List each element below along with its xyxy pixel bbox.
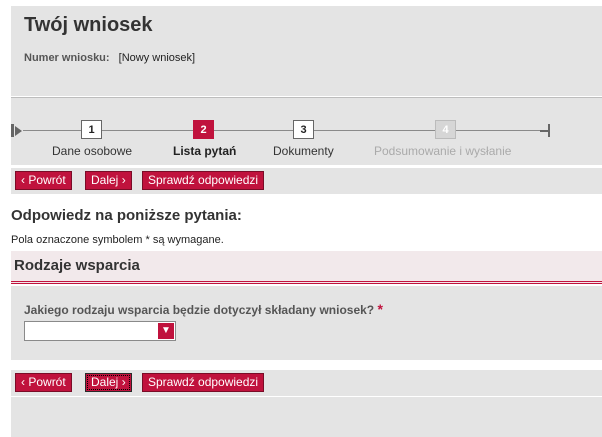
required-fields-note: Pola oznaczone symbolem * są wymagane. [11, 234, 224, 246]
chevron-right-icon: › [121, 375, 126, 389]
footer-area [11, 397, 602, 437]
chevron-down-icon[interactable]: ▼ [158, 323, 174, 339]
fieldset-title: Rodzaje wsparcia [14, 257, 140, 274]
progress-start-icon [11, 124, 14, 137]
page-title: Twój wniosek [24, 14, 153, 36]
request-header: Twój wniosek Numer wniosku: [Nowy wniose… [11, 6, 602, 96]
question-label: Jakiego rodzaju wsparcia będzie dotyczył… [24, 301, 383, 317]
request-number-row: Numer wniosku: [Nowy wniosek] [24, 52, 195, 64]
step-4-label: Podsumowanie i wysłanie [374, 144, 512, 158]
request-number-value: [Nowy wniosek] [118, 52, 196, 64]
next-button[interactable]: Dalej › [85, 171, 132, 190]
back-button-label: Powrót [28, 173, 66, 187]
chevron-right-icon: › [121, 173, 126, 187]
progress-end-dash [540, 130, 548, 132]
progress-end-icon [548, 124, 550, 137]
question-panel: Jakiego rodzaju wsparcia będzie dotyczył… [11, 286, 602, 360]
back-button-bottom[interactable]: ‹ Powrót [15, 373, 72, 392]
next-button-bottom[interactable]: Dalej › [85, 373, 132, 392]
step-4-number: 4 [435, 120, 456, 139]
step-2-number: 2 [193, 120, 214, 139]
next-button-label: Dalej [91, 173, 119, 187]
required-star: * [377, 301, 383, 317]
check-answers-button[interactable]: Sprawdź odpowiedzi [142, 171, 265, 190]
progress-stepper: 1 Dane osobowe 2 Lista pytań 3 Dokumenty… [11, 97, 602, 165]
step-2-label: Lista pytań [173, 144, 237, 158]
fieldset-header: Rodzaje wsparcia [11, 251, 602, 284]
next-button-bottom-label: Dalej [91, 375, 119, 389]
chevron-left-icon: ‹ [21, 375, 25, 389]
step-1-number[interactable]: 1 [81, 120, 102, 139]
progress-start-arrow-icon [15, 126, 22, 136]
step-3-number[interactable]: 3 [293, 120, 314, 139]
step-1-label[interactable]: Dane osobowe [52, 144, 132, 158]
question-text: Jakiego rodzaju wsparcia będzie dotyczył… [24, 303, 375, 317]
chevron-left-icon: ‹ [21, 173, 25, 187]
back-button[interactable]: ‹ Powrót [15, 171, 72, 190]
request-number-label: Numer wniosku: [24, 52, 110, 64]
top-nav-buttons: ‹ Powrót Dalej › Sprawdź odpowiedzi [11, 168, 602, 194]
support-type-select[interactable]: ▼ [24, 321, 176, 341]
check-answers-button-bottom[interactable]: Sprawdź odpowiedzi [142, 373, 265, 392]
step-3-label[interactable]: Dokumenty [273, 144, 334, 158]
back-button-bottom-label: Powrót [28, 375, 66, 389]
bottom-nav-buttons: ‹ Powrót Dalej › Sprawdź odpowiedzi [11, 370, 602, 396]
section-heading: Odpowiedz na poniższe pytania: [11, 207, 242, 224]
